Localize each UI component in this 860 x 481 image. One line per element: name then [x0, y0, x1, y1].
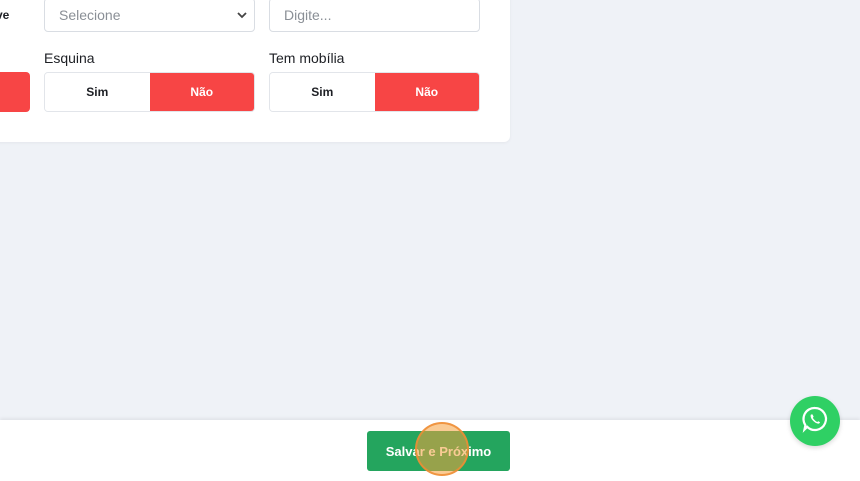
select-placeholder: Selecione — [59, 7, 121, 23]
tem-mobilia-toggle: Sim Não — [269, 72, 480, 112]
text-input[interactable]: Digite... — [269, 0, 480, 32]
tem-mobilia-sim-option[interactable]: Sim — [270, 73, 375, 111]
save-next-button[interactable]: Salvar e Próximo — [367, 431, 510, 471]
esquina-sim-option[interactable]: Sim — [45, 73, 150, 111]
partial-toggle-active-option[interactable] — [0, 72, 30, 112]
whatsapp-button[interactable] — [790, 396, 840, 446]
whatsapp-icon — [801, 405, 829, 438]
input-placeholder: Digite... — [284, 7, 332, 23]
property-type-select[interactable]: Selecione — [44, 0, 255, 32]
partial-option-text: ve — [0, 8, 10, 22]
esquina-label: Esquina — [44, 50, 95, 66]
esquina-toggle: Sim Não — [44, 72, 255, 112]
esquina-nao-option[interactable]: Não — [149, 73, 254, 111]
chevron-down-icon — [236, 9, 248, 21]
tem-mobilia-label: Tem mobília — [269, 50, 345, 66]
tem-mobilia-nao-option[interactable]: Não — [374, 73, 479, 111]
